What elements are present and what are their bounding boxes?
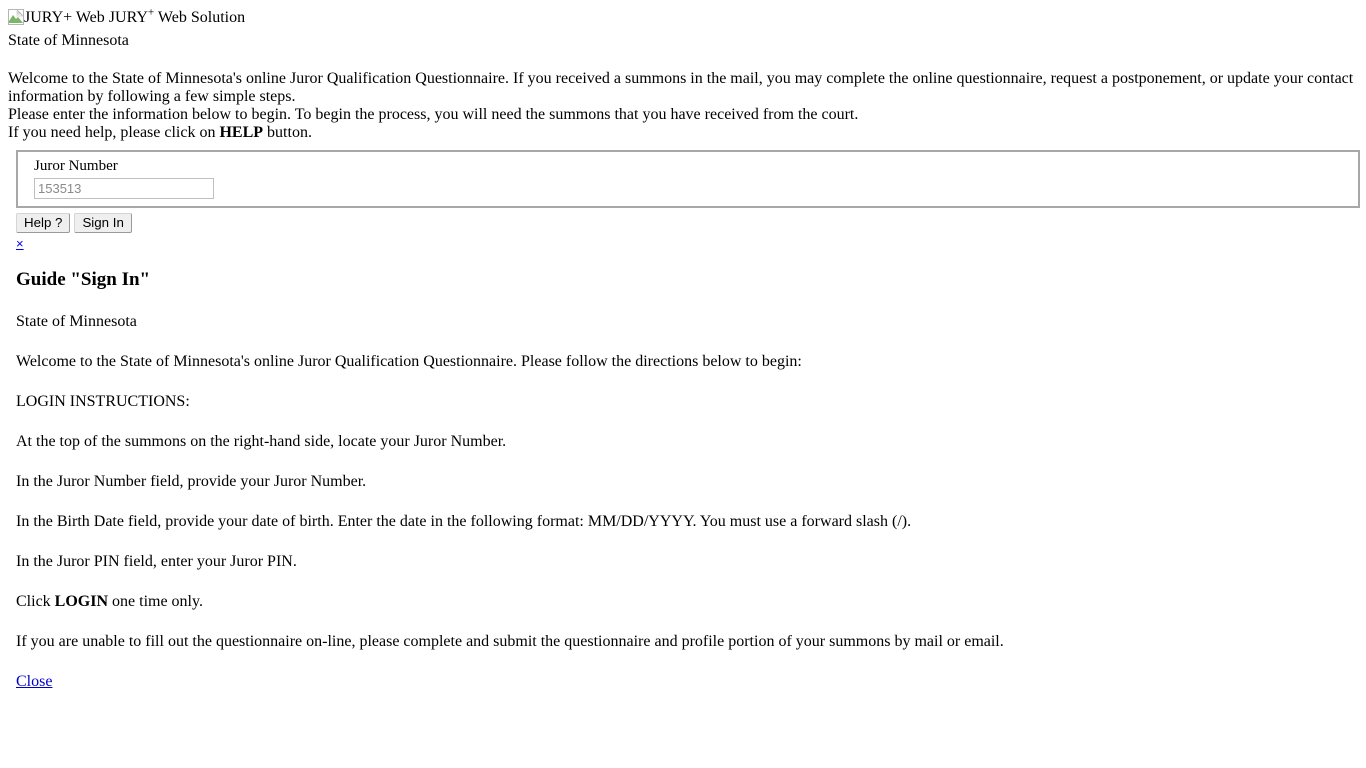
intro-paragraph-3: If you need help, please click on HELP b…	[8, 124, 1358, 142]
guide-step-5-suffix: one time only.	[108, 593, 203, 610]
guide-login-instructions-heading: LOGIN INSTRUCTIONS:	[16, 393, 190, 410]
dismiss-row: ×	[8, 237, 1358, 251]
sign-in-guide-panel: Guide "Sign In" State of Minnesota Welco…	[8, 269, 1358, 691]
intro-text-block: Welcome to the State of Minnesota's onli…	[8, 70, 1358, 142]
login-fieldset: Juror Number	[16, 150, 1360, 208]
guide-mail-note: If you are unable to fill out the questi…	[16, 633, 1004, 650]
guide-step-5-keyword: LOGIN	[54, 593, 109, 610]
page-root: JURY+ Web JURY+ Web Solution State of Mi…	[0, 0, 1366, 699]
intro-paragraph-1: Welcome to the State of Minnesota's onli…	[8, 70, 1354, 105]
juror-number-label: Juror Number	[34, 158, 118, 174]
guide-step-5-prefix: Click	[16, 593, 55, 610]
login-button-row: Help ? Sign In	[8, 213, 1358, 233]
guide-step-3: In the Birth Date field, provide your da…	[16, 513, 912, 530]
sign-in-button[interactable]: Sign In	[74, 213, 132, 233]
header-subtitle: State of Minnesota	[8, 32, 129, 49]
broken-image-icon	[8, 9, 24, 25]
guide-step-2: In the Juror Number field, provide your …	[16, 473, 367, 490]
guide-step-1: At the top of the summons on the right-h…	[16, 433, 507, 450]
app-title: JURY+ Web Solution	[108, 7, 246, 26]
guide-close-link[interactable]: Close	[16, 673, 52, 690]
intro-help-keyword: HELP	[219, 124, 264, 141]
juror-number-input[interactable]	[34, 178, 214, 199]
guide-step-4: In the Juror PIN field, enter your Juror…	[16, 553, 297, 570]
logo-alt-text: JURY+ Web	[24, 9, 105, 26]
help-button[interactable]: Help ?	[16, 213, 71, 233]
guide-state: State of Minnesota	[16, 313, 137, 330]
app-header: JURY+ Web JURY+ Web Solution	[8, 7, 1358, 27]
intro-help-prefix: If you need help, please click on	[8, 124, 220, 141]
guide-welcome: Welcome to the State of Minnesota's onli…	[16, 353, 802, 370]
guide-close-row: Close	[16, 673, 1350, 691]
guide-step-5: Click LOGIN one time only.	[16, 593, 1350, 611]
app-title-main: JURY	[108, 9, 148, 26]
intro-paragraph-2: Please enter the information below to be…	[8, 106, 859, 123]
app-title-rest: Web Solution	[154, 9, 246, 26]
close-x-icon[interactable]: ×	[16, 236, 24, 251]
intro-help-suffix: button.	[263, 124, 312, 141]
guide-heading: Guide "Sign In"	[16, 269, 151, 290]
